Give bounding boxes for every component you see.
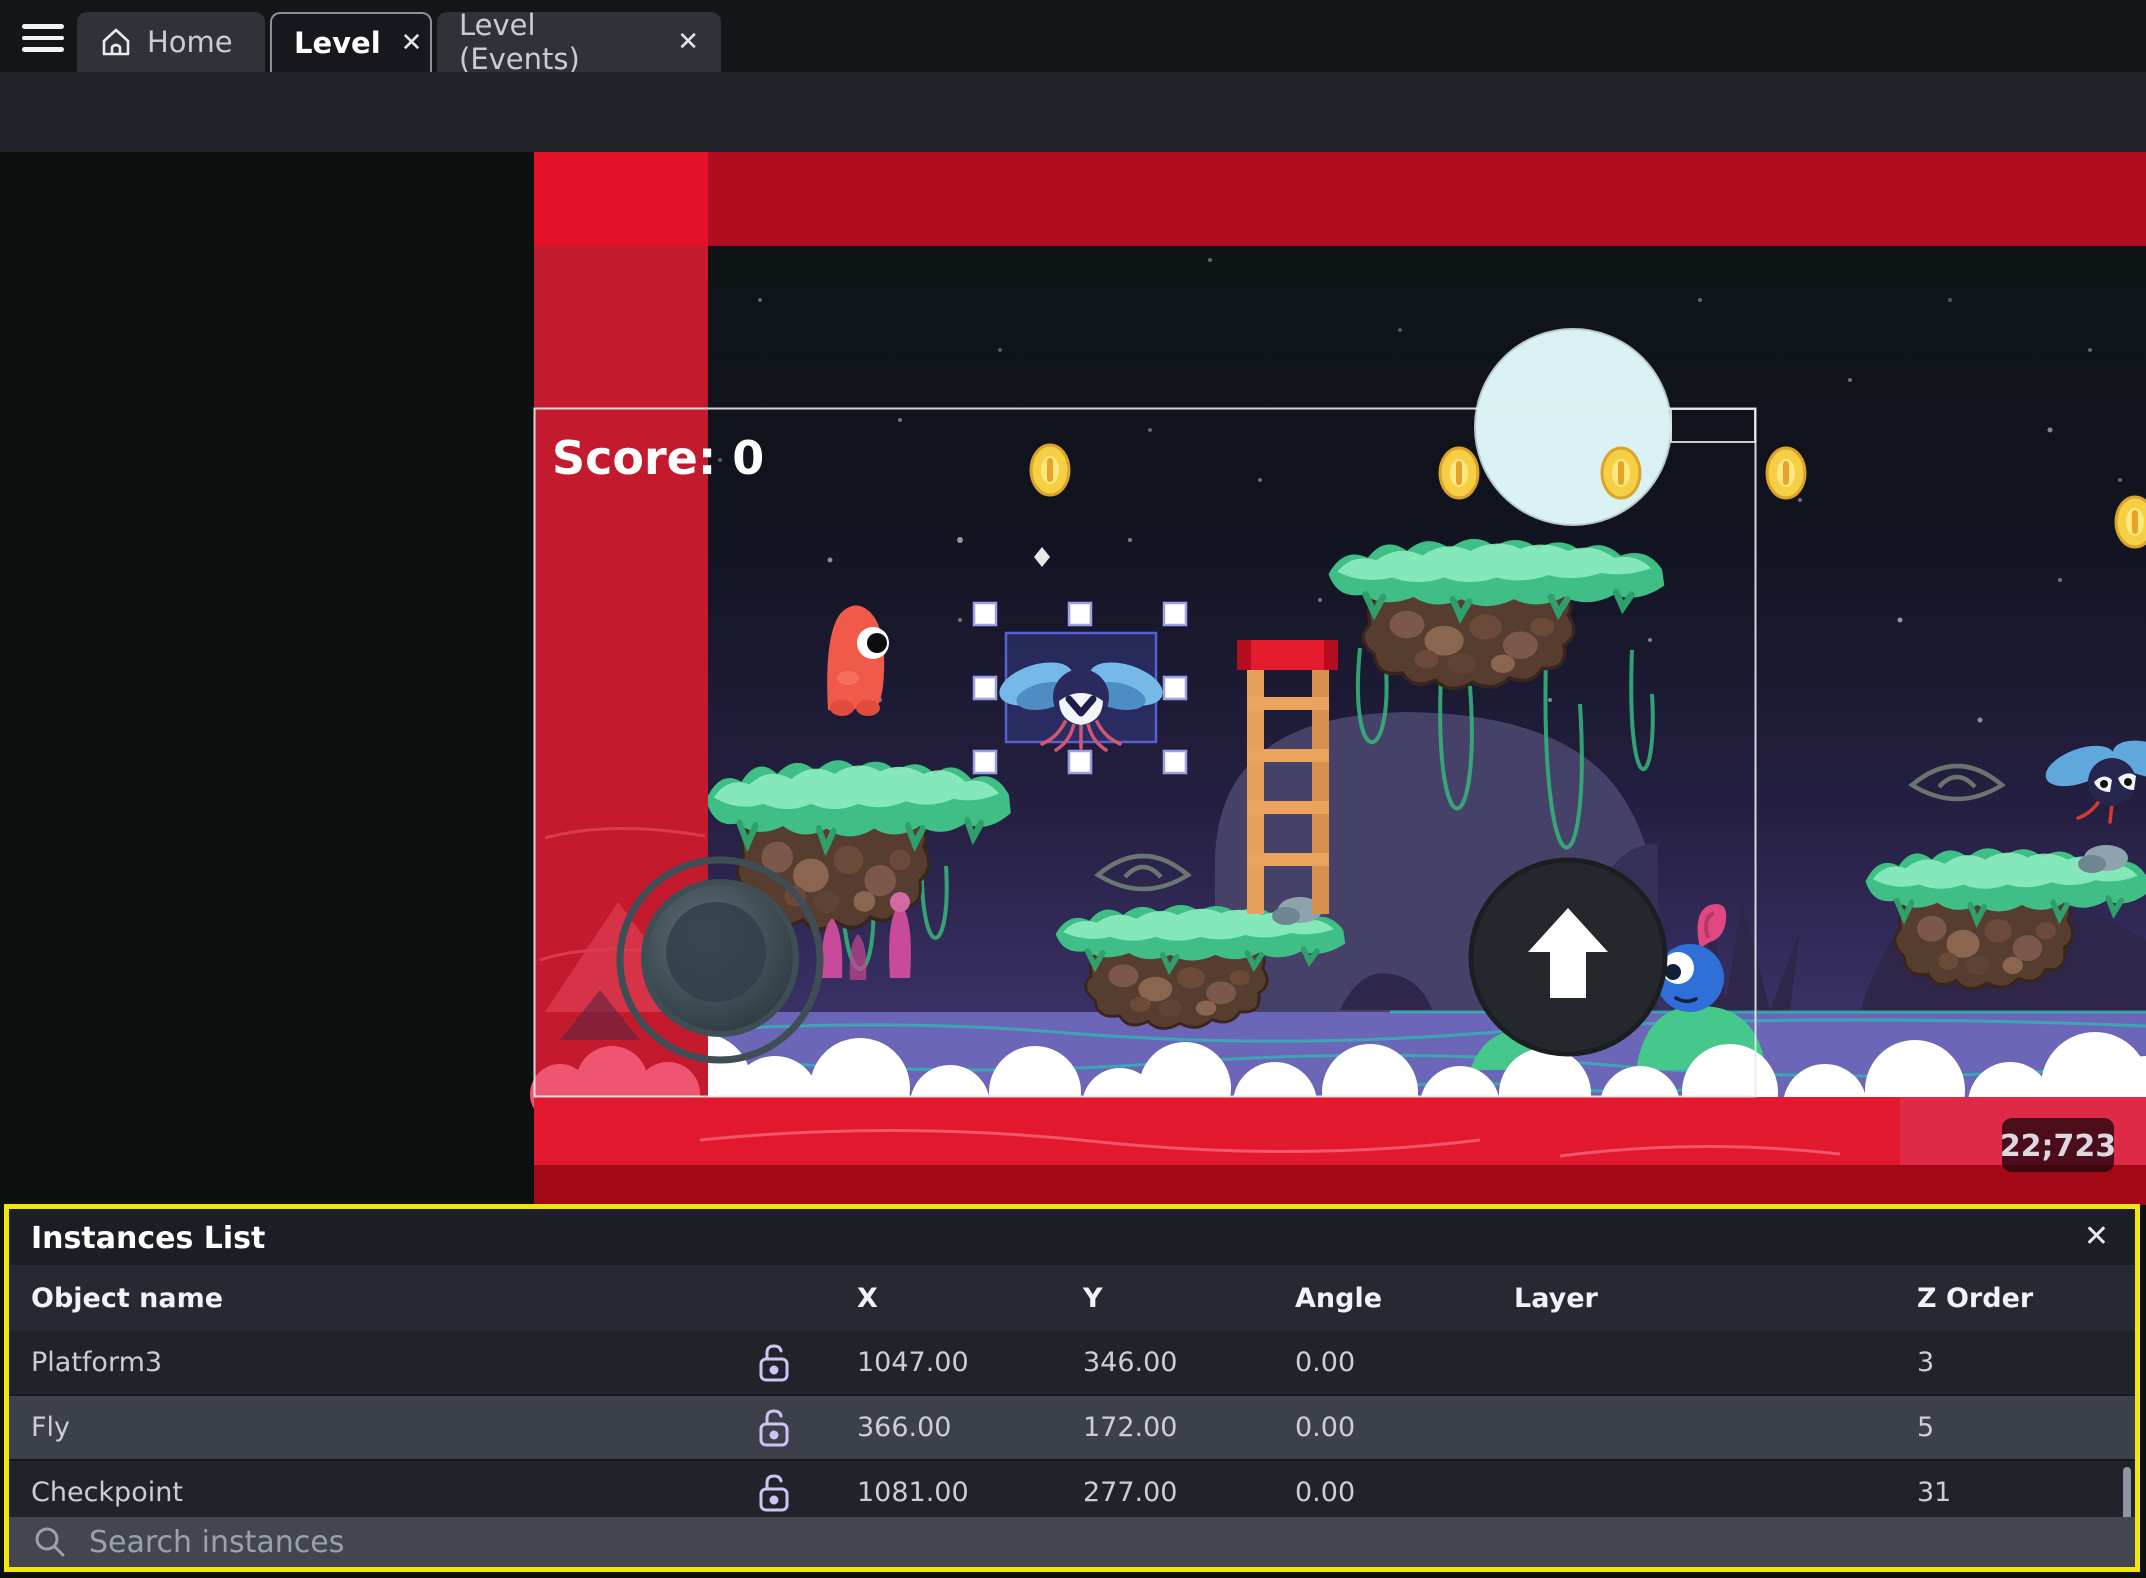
table-row[interactable]: Platform3 1047.00 346.00 0.00 3	[9, 1331, 2135, 1396]
score-text-instance[interactable]: Score: 0	[552, 431, 764, 485]
table-header: Object name X Y Angle Layer Z Order	[9, 1265, 2135, 1331]
col-angle: Angle	[1295, 1283, 1383, 1314]
unlock-icon[interactable]	[757, 1473, 791, 1513]
instance-angle: 0.00	[1295, 1347, 1356, 1378]
virtual-joystick[interactable]	[616, 856, 824, 1064]
tab-level-label: Level	[294, 26, 381, 60]
instance-name: Platform3	[31, 1347, 163, 1378]
close-tab-icon[interactable]: ✕	[401, 28, 423, 58]
search-input[interactable]	[87, 1523, 2135, 1561]
instance-x: 366.00	[857, 1412, 952, 1443]
tab-bar: Home Level ✕ Level (Events) ✕	[0, 0, 2146, 76]
col-layer: Layer	[1514, 1283, 1598, 1314]
unlock-icon[interactable]	[757, 1343, 791, 1383]
instance-name: Fly	[31, 1412, 71, 1443]
instance-x: 1047.00	[857, 1347, 969, 1378]
close-tab-icon[interactable]: ✕	[677, 27, 699, 57]
instance-z-order: 5	[1917, 1412, 1935, 1443]
lava-top-band[interactable]	[534, 152, 2146, 246]
lava-dark-band	[534, 1165, 2146, 1205]
home-icon	[102, 28, 130, 56]
instance-z-order: 31	[1917, 1477, 1952, 1508]
unlock-icon[interactable]	[757, 1408, 791, 1448]
editor-toolbar: Preview Publish	[0, 72, 2146, 220]
gdevelop-editor-window: Home Level ✕ Level (Events) ✕ Preview	[0, 0, 2146, 1578]
tab-level[interactable]: Level ✕	[270, 12, 432, 72]
instance-z-order: 3	[1917, 1347, 1935, 1378]
instance-angle: 0.00	[1295, 1477, 1356, 1508]
panel-title: Instances List	[31, 1221, 266, 1256]
instance-y: 277.00	[1083, 1477, 1178, 1508]
table-row[interactable]: Fly 366.00 172.00 0.00 5	[9, 1396, 2135, 1461]
col-z-order: Z Order	[1917, 1283, 2034, 1314]
svg-text:22;723: 22;723	[2000, 1129, 2116, 1164]
instance-angle: 0.00	[1295, 1412, 1356, 1443]
instance-y: 346.00	[1083, 1347, 1178, 1378]
close-panel-icon[interactable]: ✕	[2084, 1219, 2109, 1254]
tab-home[interactable]: Home	[77, 12, 265, 72]
search-bar	[9, 1517, 2135, 1567]
tab-level-events-label: Level (Events)	[459, 8, 580, 76]
moon[interactable]	[1474, 328, 1672, 526]
scene-editor-canvas[interactable]: Score: 0 22;723	[0, 152, 2146, 1205]
instances-list-panel: Instances List ✕ Object name X Y Angle L…	[4, 1204, 2140, 1572]
lava-wall-instance[interactable]	[530, 152, 708, 1205]
tab-home-label: Home	[147, 25, 233, 59]
tab-level-events[interactable]: Level (Events) ✕	[437, 8, 721, 76]
jump-button[interactable]	[1468, 857, 1668, 1057]
col-y: Y	[1083, 1283, 1103, 1314]
instance-rows: Platform3 1047.00 346.00 0.00 3 Fly 366.…	[9, 1331, 2135, 1526]
instance-name: Checkpoint	[31, 1477, 183, 1508]
search-icon	[35, 1527, 65, 1557]
col-x: X	[857, 1283, 878, 1314]
instance-y: 172.00	[1083, 1412, 1178, 1443]
scrollbar-thumb[interactable]	[2123, 1467, 2131, 1523]
cursor-coordinates-badge: 22;723	[2000, 1118, 2116, 1172]
instance-x: 1081.00	[857, 1477, 969, 1508]
main-menu-icon[interactable]	[22, 24, 64, 52]
col-object-name: Object name	[31, 1283, 224, 1314]
